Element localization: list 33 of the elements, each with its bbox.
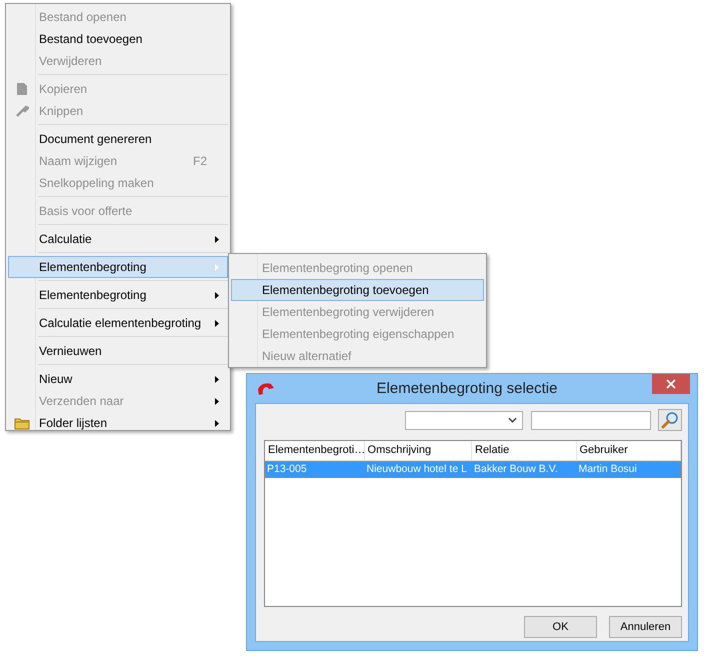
menu-item[interactable]: Vernieuwen xyxy=(8,340,228,362)
menu-item[interactable]: Elementenbegroting xyxy=(8,284,228,306)
menu-item[interactable]: Elementenbegroting toevoegen xyxy=(231,279,484,301)
document-icon xyxy=(16,82,28,96)
menu-item[interactable]: Document genereren xyxy=(8,128,228,150)
search-field[interactable] xyxy=(531,410,651,430)
table-cell-text: Nieuwbouw hotel te L xyxy=(366,462,468,477)
table-cell-text: Martin Bosui xyxy=(578,462,638,477)
search-icon xyxy=(661,411,679,429)
search-button[interactable] xyxy=(658,409,682,431)
table-cell-text: Bakker Bouw B.V. xyxy=(473,462,559,477)
menu-item[interactable]: Folder lijsten xyxy=(8,412,228,434)
close-icon xyxy=(666,379,676,389)
chevron-down-icon xyxy=(508,417,517,423)
ok-button[interactable]: OK xyxy=(524,616,597,638)
window-title: Elemetenbegroting selectie xyxy=(376,380,558,397)
column-header[interactable]: Relatie xyxy=(472,441,576,460)
column-header[interactable]: Omschrijving xyxy=(364,441,472,460)
menu-item[interactable]: Elementenbegroting xyxy=(8,256,228,278)
column-header[interactable]: Elementenbegroti… xyxy=(265,441,365,460)
table-cell-text: P13-005 xyxy=(266,462,308,477)
cancel-button[interactable]: Annuleren xyxy=(609,616,682,638)
close-button[interactable] xyxy=(652,374,690,394)
menu-item[interactable]: Nieuw xyxy=(8,368,228,390)
shortcut-label: F2 xyxy=(192,154,207,168)
logo-icon xyxy=(257,382,275,396)
menu-item[interactable]: Bestand toevoegen xyxy=(8,28,228,50)
dropdown-field[interactable] xyxy=(405,410,523,430)
wrench-icon xyxy=(15,104,29,118)
menu-item[interactable]: Calculatie elementenbegroting xyxy=(8,312,228,334)
menu-item[interactable]: Calculatie xyxy=(8,228,228,250)
folder-icon xyxy=(14,416,30,430)
column-header[interactable]: Gebruiker xyxy=(576,441,681,460)
